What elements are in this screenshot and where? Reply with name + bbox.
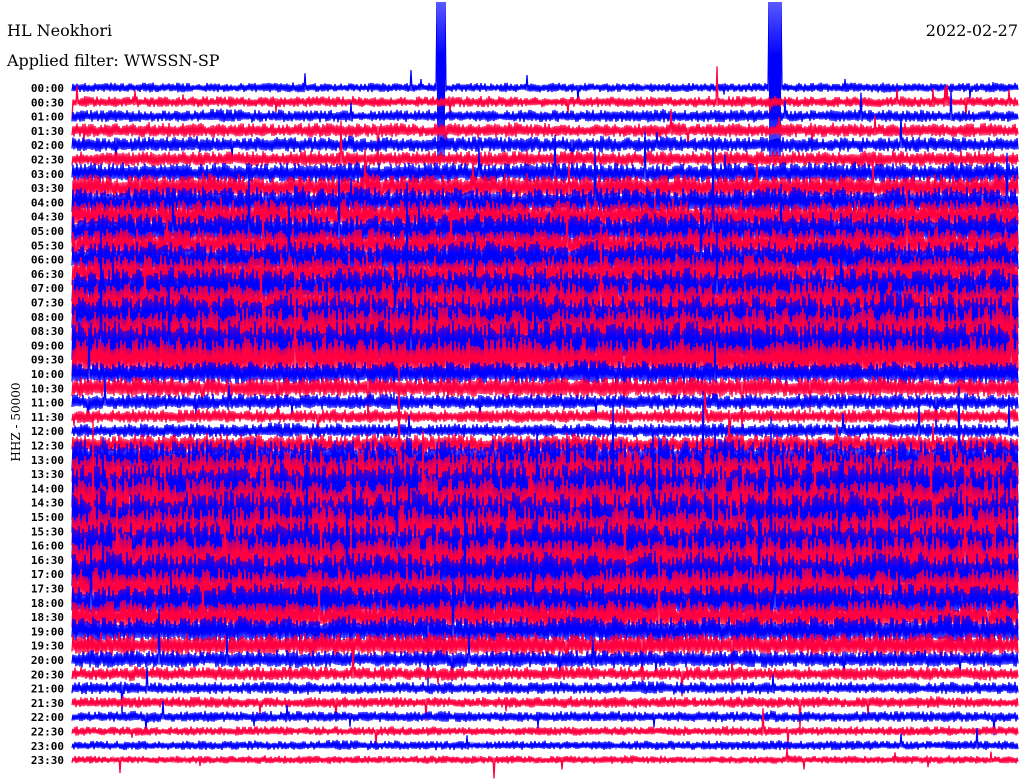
- row-time-label: 13:00: [31, 454, 64, 467]
- row-time-label: 18:00: [31, 597, 64, 610]
- row-time-label: 10:00: [31, 368, 64, 381]
- row-time-label: 14:00: [31, 482, 64, 495]
- trace-2330: [71, 747, 1019, 779]
- row-time-label: 12:30: [31, 440, 64, 453]
- row-time-label: 23:00: [31, 740, 64, 753]
- row-time-label: 18:30: [31, 611, 64, 624]
- row-time-label: 03:00: [31, 168, 64, 181]
- row-time-label: 10:30: [31, 382, 64, 395]
- row-time-label: 09:00: [31, 339, 64, 352]
- row-time-label: 08:00: [31, 311, 64, 324]
- row-time-label: 01:30: [31, 125, 64, 138]
- row-time-label: 21:00: [31, 683, 64, 696]
- row-time-label: 23:30: [31, 754, 64, 767]
- trace-0030: [71, 66, 1019, 120]
- helicorder-plot: 00:0000:30 01:0001:3002:00 02:3003:0003:30…: [31, 1, 1019, 779]
- row-time-label: 16:00: [31, 540, 64, 553]
- row-time-label: 13:30: [31, 468, 64, 481]
- row-time-label: 02:00: [31, 139, 64, 152]
- row-time-label: 21:30: [31, 697, 64, 710]
- row-time-label: 00:30: [31, 96, 64, 109]
- row-time-label: 01:00: [31, 111, 64, 124]
- row-time-label: 15:30: [31, 525, 64, 538]
- row-time-label: 20:30: [31, 668, 64, 681]
- row-time-label: 22:00: [31, 711, 64, 724]
- row-time-label: 00:00: [31, 82, 64, 95]
- row-time-label: 09:30: [31, 354, 64, 367]
- row-time-label: 12:00: [31, 425, 64, 438]
- row-time-label: 04:00: [31, 196, 64, 209]
- row-time-label: 22:30: [31, 726, 64, 739]
- row-time-label: 17:00: [31, 568, 64, 581]
- row-time-label: 14:30: [31, 497, 64, 510]
- row-time-label: 19:30: [31, 640, 64, 653]
- row-time-label: 06:00: [31, 254, 64, 267]
- row-time-label: 06:30: [31, 268, 64, 281]
- row-time-label: 07:30: [31, 297, 64, 310]
- row-time-label: 04:30: [31, 211, 64, 224]
- row-time-label: 03:30: [31, 182, 64, 195]
- row-time-label: 17:30: [31, 583, 64, 596]
- row-time-label: 02:30: [31, 154, 64, 167]
- row-time-label: 05:30: [31, 239, 64, 252]
- row-time-label: 16:30: [31, 554, 64, 567]
- row-time-label: 08:30: [31, 325, 64, 338]
- row-time-label: 20:00: [31, 654, 64, 667]
- row-time-label: 19:00: [31, 625, 64, 638]
- row-time-label: 07:00: [31, 282, 64, 295]
- row-time-label: 15:00: [31, 511, 64, 524]
- row-time-label: 11:30: [31, 411, 64, 424]
- row-time-label: 11:00: [31, 397, 64, 410]
- row-time-label: 05:00: [31, 225, 64, 238]
